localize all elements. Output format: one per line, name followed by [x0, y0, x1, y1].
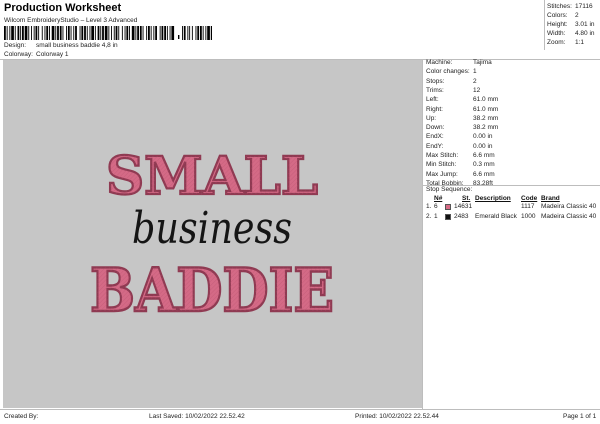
detail-label: Right: — [426, 105, 443, 113]
summary-divider — [544, 0, 545, 50]
detail-label: EndY: — [426, 142, 444, 150]
page-title: Production Worksheet — [4, 2, 122, 14]
colorway-label: Colorway: — [4, 51, 33, 58]
barcode-image — [4, 26, 212, 40]
detail-label: Up: — [426, 114, 437, 122]
detail-label: Down: — [426, 124, 445, 132]
detail-value: 38.2 mm — [473, 114, 499, 122]
detail-label: Left: — [426, 96, 439, 104]
detail-label: Color changes: — [426, 68, 470, 76]
software-subtitle: Wilcom EmbroideryStudio – Level 3 Advanc… — [4, 17, 138, 24]
detail-label: EndX: — [426, 133, 444, 141]
stitches-label: Stitches: — [547, 3, 572, 10]
col-description: Description — [475, 195, 511, 202]
stop-n: 6 — [434, 203, 438, 210]
stop-brand: Madeira Classic 40 — [541, 212, 597, 220]
svg-text:BADDIE: BADDIE — [90, 256, 334, 326]
detail-value: 6.6 mm — [473, 170, 495, 178]
created-by: Created By: — [4, 413, 39, 420]
stop-stitches: 2483 — [454, 212, 469, 220]
design-preview: SMALL SMALL business BADDIE BADDIE — [3, 60, 422, 408]
detail-value: 61.0 mm — [473, 105, 499, 113]
detail-value: 0.00 in — [473, 133, 493, 141]
artwork-baddie-text: BADDIE BADDIE — [89, 255, 335, 327]
stitches-value: 17116 — [575, 3, 593, 10]
stop-code: 1000 — [521, 212, 536, 220]
col-code: Code — [521, 195, 538, 202]
detail-value: 6.6 mm — [473, 152, 495, 159]
thread-color-swatch — [445, 204, 451, 210]
colorway-value: Colorway 1 — [36, 51, 69, 58]
artwork-small-text: SMALL SMALL — [105, 145, 319, 208]
width-label: Width: — [547, 30, 566, 37]
design-value: small business baddie 4,8 in — [36, 42, 118, 49]
col-st: St. — [462, 195, 471, 202]
thread-color-swatch — [445, 213, 451, 220]
height-label: Height: — [547, 21, 568, 28]
detail-value: 38.2 mm — [473, 124, 499, 132]
zoom-value: 1:1 — [575, 39, 585, 46]
footer-divider — [0, 409, 600, 410]
detail-value: 61.0 mm — [473, 96, 499, 104]
detail-label: Trims: — [426, 86, 444, 94]
width-value: 4.80 in — [575, 30, 595, 37]
detail-value: 0.00 in — [473, 142, 493, 150]
height-value: 3.01 in — [575, 21, 595, 28]
detail-label: Max Stitch: — [426, 152, 459, 159]
col-n: N# — [434, 195, 443, 202]
page-number: Page 1 of 1 — [563, 413, 597, 420]
stop-index: 2. — [426, 212, 432, 220]
design-label: Design: — [4, 42, 27, 49]
stop-description: Emerald Black — [475, 212, 517, 220]
stop-stitches: 14631 — [454, 203, 473, 210]
detail-label: Min Stitch: — [426, 161, 457, 169]
zoom-label: Zoom: — [547, 39, 566, 46]
col-brand: Brand — [541, 195, 560, 202]
detail-value: 12 — [473, 86, 481, 94]
colors-value: 2 — [575, 12, 579, 19]
detail-label: Machine: — [426, 59, 453, 66]
stop-n: 1 — [434, 212, 438, 220]
artwork-canvas: SMALL SMALL business BADDIE BADDIE — [89, 145, 335, 327]
panel-divider — [422, 59, 423, 409]
stop-brand: Madeira Classic 40 — [541, 203, 597, 210]
detail-label: Stops: — [426, 77, 445, 85]
stop-index: 1. — [426, 203, 432, 210]
colors-label: Colors: — [547, 12, 568, 19]
detail-value: 0.3 mm — [473, 161, 495, 169]
detail-value: 1 — [473, 68, 477, 76]
detail-value: Tajima — [473, 59, 492, 66]
last-saved: Last Saved: 10/02/2022 22.52.42 — [149, 413, 245, 420]
svg-text:SMALL: SMALL — [106, 146, 318, 207]
detail-value: 2 — [473, 77, 477, 85]
stop-code: 1117 — [521, 203, 535, 210]
stop-sequence-title: Stop Sequence: — [426, 186, 473, 193]
printed-date: Printed: 10/02/2022 22.52.44 — [355, 413, 439, 420]
artwork-business-text: business — [132, 203, 292, 254]
detail-label: Max Jump: — [426, 170, 458, 178]
